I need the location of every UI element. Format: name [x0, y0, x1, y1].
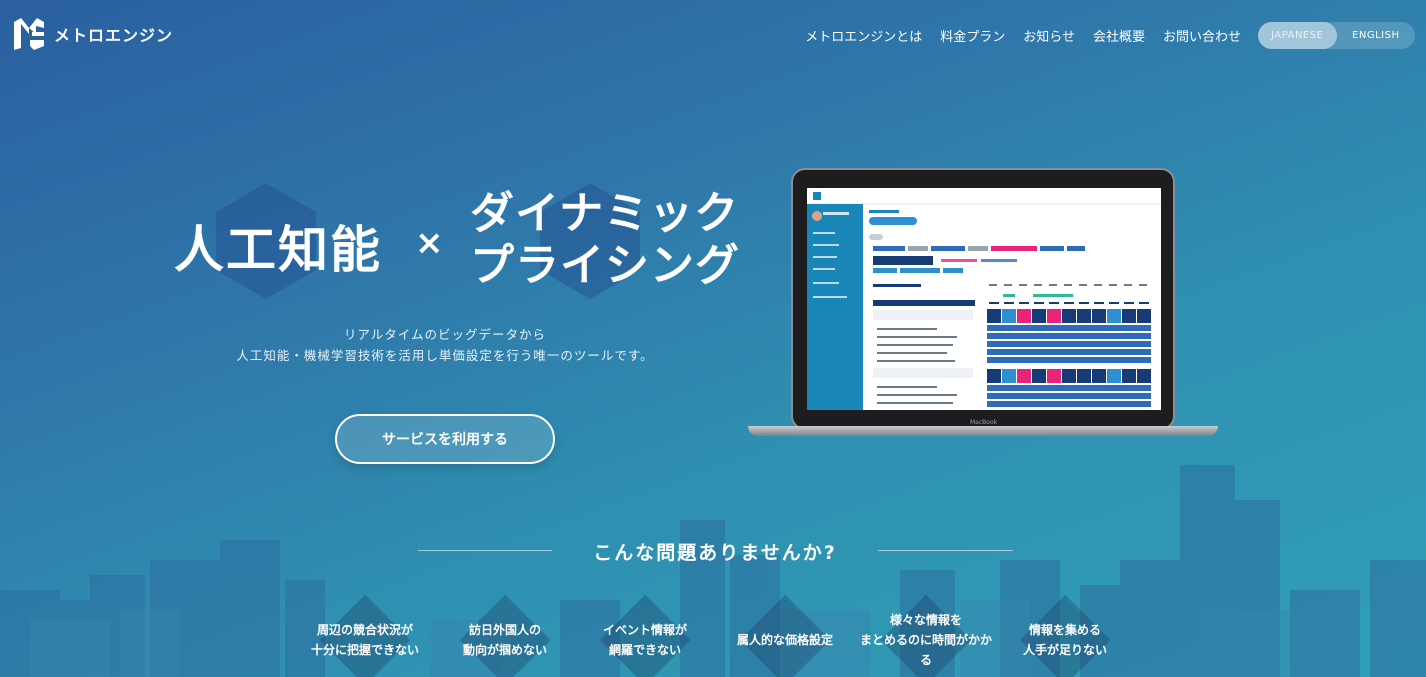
lang-japanese-button[interactable]: JAPANESE: [1258, 22, 1337, 49]
nav-company[interactable]: 会社概要: [1093, 26, 1145, 45]
main-nav: メトロエンジンとは 料金プラン お知らせ 会社概要 お問い合わせ: [805, 26, 1241, 45]
problem-text: 属人的な価格設定: [736, 633, 833, 647]
app-screenshot: [807, 188, 1161, 410]
problem-item: 周辺の競合状況が 十分に把握できない: [290, 594, 440, 677]
hero-subtitle: リアルタイムのビッグデータから 人工知能・機械学習技術を活用し単価設定を行う唯一…: [200, 324, 690, 366]
problem-item: 属人的な価格設定: [710, 594, 860, 677]
brand-name: メトロエンジン: [54, 26, 174, 45]
metro-engine-logo-icon: [14, 18, 44, 50]
problem-text: 周辺の競合状況が 十分に把握できない: [310, 623, 419, 657]
problem-text: 情報を集める 人手が足りない: [1022, 623, 1107, 657]
problem-item: 訪日外国人の 動向が掴めない: [430, 594, 580, 677]
hero-title-dynamic-pricing: ダイナミック プライシング: [470, 188, 740, 292]
hero-subtitle-line-1: リアルタイムのビッグデータから: [343, 327, 547, 342]
laptop-brand-label: MacBook: [970, 419, 998, 426]
problem-text: イベント情報が 網羅できない: [602, 623, 687, 657]
nav-pricing[interactable]: 料金プラン: [940, 26, 1005, 45]
problem-item: 様々な情報を まとめるのに時間がかか る: [851, 594, 1001, 677]
laptop-lid: [791, 168, 1175, 430]
problems-title: こんな問題ありませんか?: [593, 542, 837, 564]
hero-subtitle-line-2: 人工知能・機械学習技術を活用し単価設定を行う唯一のツールです。: [236, 348, 654, 363]
lang-english-button[interactable]: ENGLISH: [1337, 22, 1416, 49]
nav-news[interactable]: お知らせ: [1023, 26, 1075, 45]
site-header: メトロエンジン メトロエンジンとは 料金プラン お知らせ 会社概要 お問い合わせ…: [0, 0, 1426, 70]
hero-title-ai: 人工知能: [174, 221, 382, 279]
section-divider-left: [418, 550, 552, 551]
section-divider-right: [878, 550, 1013, 551]
use-service-button[interactable]: サービスを利用する: [335, 414, 555, 464]
nav-contact[interactable]: お問い合わせ: [1163, 26, 1241, 45]
laptop-mockup: MacBook: [748, 168, 1218, 440]
problem-text: 訪日外国人の 動向が掴めない: [462, 623, 547, 657]
hero-title-line-1: ダイナミック: [470, 188, 740, 239]
problem-item: 情報を集める 人手が足りない: [990, 594, 1140, 677]
laptop-base: [748, 426, 1218, 436]
problem-text: 様々な情報を まとめるのに時間がかか る: [859, 613, 992, 667]
language-switch: JAPANESE ENGLISH: [1258, 22, 1415, 49]
hero-times-sign: ×: [415, 223, 444, 263]
problem-item: イベント情報が 網羅できない: [570, 594, 720, 677]
nav-about[interactable]: メトロエンジンとは: [805, 26, 922, 45]
app-dashboard-image: [807, 188, 1161, 410]
brand-logo[interactable]: メトロエンジン: [14, 18, 173, 50]
hero-title-line-2: プライシング: [470, 240, 740, 291]
